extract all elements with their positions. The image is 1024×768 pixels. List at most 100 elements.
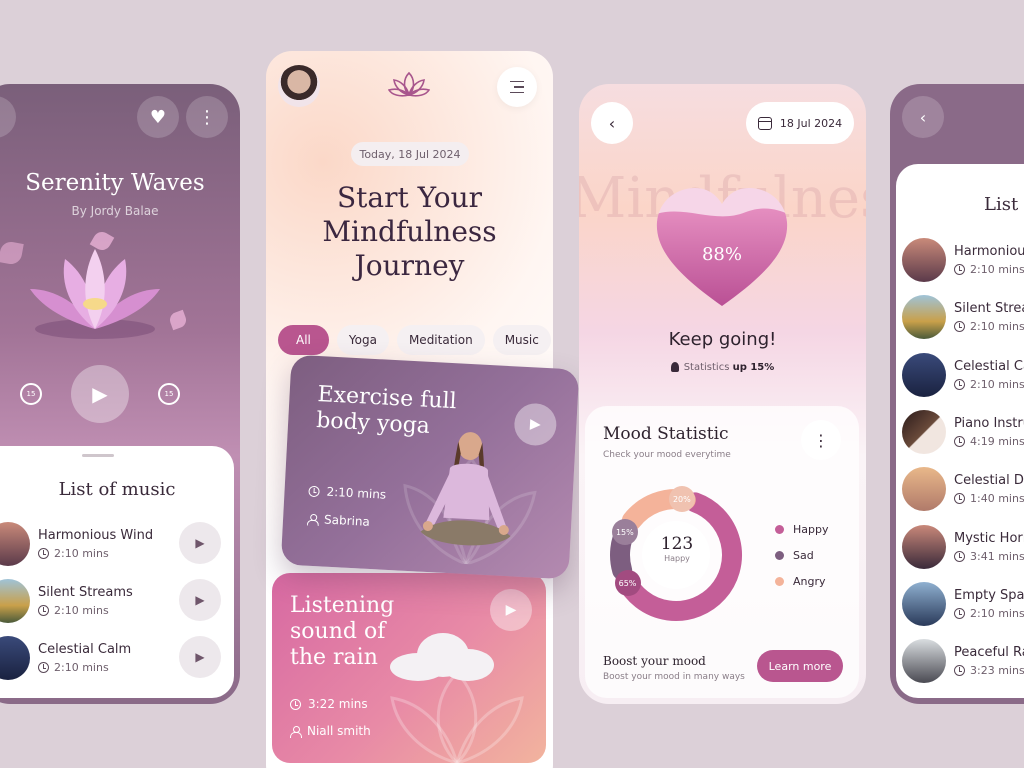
clock-icon bbox=[38, 662, 49, 673]
play-icon: ▶ bbox=[195, 536, 205, 550]
date-pill: Today, 18 Jul 2024 bbox=[351, 142, 469, 166]
track-duration: 2:10 mins bbox=[970, 320, 1024, 334]
badge-icon bbox=[670, 362, 679, 372]
list-item[interactable]: Empty Space 2:10 mins bbox=[902, 580, 1024, 628]
clock-icon bbox=[954, 493, 965, 505]
forward-15-button[interactable]: 15 bbox=[158, 383, 180, 405]
heart-percentage: 88% bbox=[701, 244, 742, 265]
tab-music[interactable]: Music bbox=[492, 325, 551, 355]
donut-label: 65% bbox=[614, 570, 641, 596]
track-duration: 2:10 mins bbox=[54, 661, 109, 674]
track-play-button[interactable]: ▶ bbox=[179, 522, 221, 564]
list-item[interactable]: Peaceful Rain 3:23 mins bbox=[902, 637, 1024, 685]
card-title: Listening sound of the rain bbox=[290, 593, 395, 670]
track-artist: By Jordy Balae bbox=[71, 204, 159, 218]
clock-icon bbox=[954, 378, 965, 390]
clock-icon bbox=[954, 550, 965, 562]
more-button[interactable]: ⋮ bbox=[801, 420, 841, 460]
clock-icon bbox=[954, 665, 965, 677]
track-name: Empty Space bbox=[954, 587, 1024, 603]
statistics-screen: Mindfulness ‹ 18 Jul 2024 88% Keep going… bbox=[579, 84, 866, 704]
track-play-button[interactable]: ▶ bbox=[179, 636, 221, 678]
lotus-image bbox=[30, 249, 160, 339]
yoga-person-image bbox=[420, 432, 511, 546]
donut-center-value: 123 bbox=[660, 534, 694, 554]
favorite-button[interactable]: ♥ bbox=[137, 96, 179, 138]
floating-petal bbox=[167, 309, 189, 331]
sheet-handle[interactable] bbox=[82, 454, 114, 457]
track-name: Silent Streams bbox=[38, 585, 133, 600]
lotus-logo-icon bbox=[388, 71, 430, 97]
avatar[interactable] bbox=[278, 65, 320, 107]
track-thumbnail bbox=[902, 409, 946, 454]
play-button[interactable]: ▶ bbox=[71, 365, 129, 423]
donut-label: 15% bbox=[611, 519, 638, 546]
track-duration: 3:41 mins bbox=[970, 549, 1024, 563]
back-button[interactable]: ‹ bbox=[591, 102, 633, 144]
track-name: Celestial Calm bbox=[954, 358, 1024, 374]
list-item[interactable]: Celestial Drift 1:40 mins bbox=[902, 465, 1024, 513]
legend-swatch bbox=[775, 524, 784, 534]
card-play-button[interactable]: ▶ bbox=[490, 589, 532, 631]
track-thumbnail bbox=[902, 467, 946, 512]
music-list-title: List of music bbox=[58, 479, 176, 500]
list-item[interactable]: Harmonious Wind 2:10 mins bbox=[902, 236, 1024, 284]
card-duration: 2:10 mins bbox=[308, 484, 387, 502]
cloud-image bbox=[390, 633, 494, 681]
clock-icon bbox=[38, 605, 49, 616]
date-label: 18 Jul 2024 bbox=[779, 116, 843, 130]
track-play-button[interactable]: ▶ bbox=[179, 579, 221, 621]
track-duration: 2:10 mins bbox=[54, 604, 109, 617]
tab-yoga[interactable]: Yoga bbox=[336, 325, 389, 355]
card-author: Niall smith bbox=[290, 724, 371, 738]
player-controls: 15 ▶ 15 bbox=[20, 364, 180, 424]
back-button[interactable]: ‹ bbox=[902, 96, 944, 138]
mood-statistic-card: Mood Statistic Check your mood everytime… bbox=[585, 406, 859, 698]
clock-icon bbox=[954, 264, 965, 275]
back-button[interactable]: ‹ bbox=[0, 96, 16, 138]
track-thumbnail bbox=[0, 579, 30, 623]
list-item[interactable]: Piano Instrumental 4:19 mins bbox=[902, 408, 1024, 456]
music-list-title: List of music bbox=[984, 194, 1024, 215]
legend-swatch bbox=[775, 550, 784, 560]
track-duration: 2:10 mins bbox=[970, 606, 1024, 620]
player-screen: ‹ ♥ ⋮ Serenity Waves By Jordy Balae 15 ▶… bbox=[0, 84, 240, 704]
page-title: Start Your Mindfulness Journey bbox=[322, 181, 497, 282]
track-duration: 4:19 mins bbox=[970, 434, 1024, 448]
track-duration: 2:10 mins bbox=[970, 377, 1024, 391]
list-item[interactable]: Celestial Calm 2:10 mins bbox=[902, 351, 1024, 399]
donut-center: 123 Happy bbox=[645, 534, 709, 563]
list-item[interactable]: Celestial Calm 2:10 mins bbox=[0, 634, 131, 682]
tab-all[interactable]: All bbox=[278, 325, 329, 355]
chart-legend: Happy Sad Angry bbox=[775, 516, 829, 594]
statistics-summary: Statistics up 15% bbox=[579, 362, 866, 373]
track-thumbnail bbox=[902, 639, 946, 684]
track-thumbnail bbox=[0, 636, 30, 680]
more-vertical-icon: ⋮ bbox=[813, 430, 829, 450]
yoga-session-card[interactable]: Exercise full body yoga ▶ 2:10 mins Sabr… bbox=[280, 354, 580, 580]
music-list-screen: ‹ List of music Harmonious Wind 2:10 mins… bbox=[890, 84, 1024, 704]
legend-item: Angry bbox=[775, 568, 829, 594]
more-button[interactable]: ⋮ bbox=[186, 96, 228, 138]
track-duration: 2:10 mins bbox=[54, 547, 109, 560]
tab-meditation[interactable]: Meditation bbox=[396, 325, 485, 355]
menu-button[interactable] bbox=[497, 67, 537, 107]
list-item[interactable]: Mystic Horizon 3:41 mins bbox=[902, 523, 1024, 571]
track-thumbnail bbox=[902, 581, 946, 626]
learn-more-button[interactable]: Learn more bbox=[757, 650, 843, 682]
date-picker-button[interactable]: 18 Jul 2024 bbox=[746, 102, 854, 144]
clock-icon bbox=[954, 435, 965, 447]
track-duration: 2:10 mins bbox=[970, 263, 1024, 276]
user-icon bbox=[307, 513, 318, 525]
rain-session-card[interactable]: Listening sound of the rain ▶ 3:22 mins … bbox=[272, 573, 546, 763]
track-duration: 3:23 mins bbox=[970, 664, 1024, 678]
card-duration: 3:22 mins bbox=[290, 697, 368, 711]
calendar-icon bbox=[757, 116, 772, 130]
track-name: Harmonious Wind bbox=[38, 528, 154, 543]
list-item[interactable]: Harmonious Wind 2:10 mins bbox=[0, 520, 153, 568]
list-item[interactable]: Silent Streams 2:10 mins bbox=[902, 293, 1024, 341]
track-thumbnail bbox=[902, 295, 946, 340]
rewind-15-button[interactable]: 15 bbox=[20, 383, 42, 405]
clock-icon bbox=[308, 485, 320, 497]
list-item[interactable]: Silent Streams 2:10 mins bbox=[0, 577, 133, 625]
